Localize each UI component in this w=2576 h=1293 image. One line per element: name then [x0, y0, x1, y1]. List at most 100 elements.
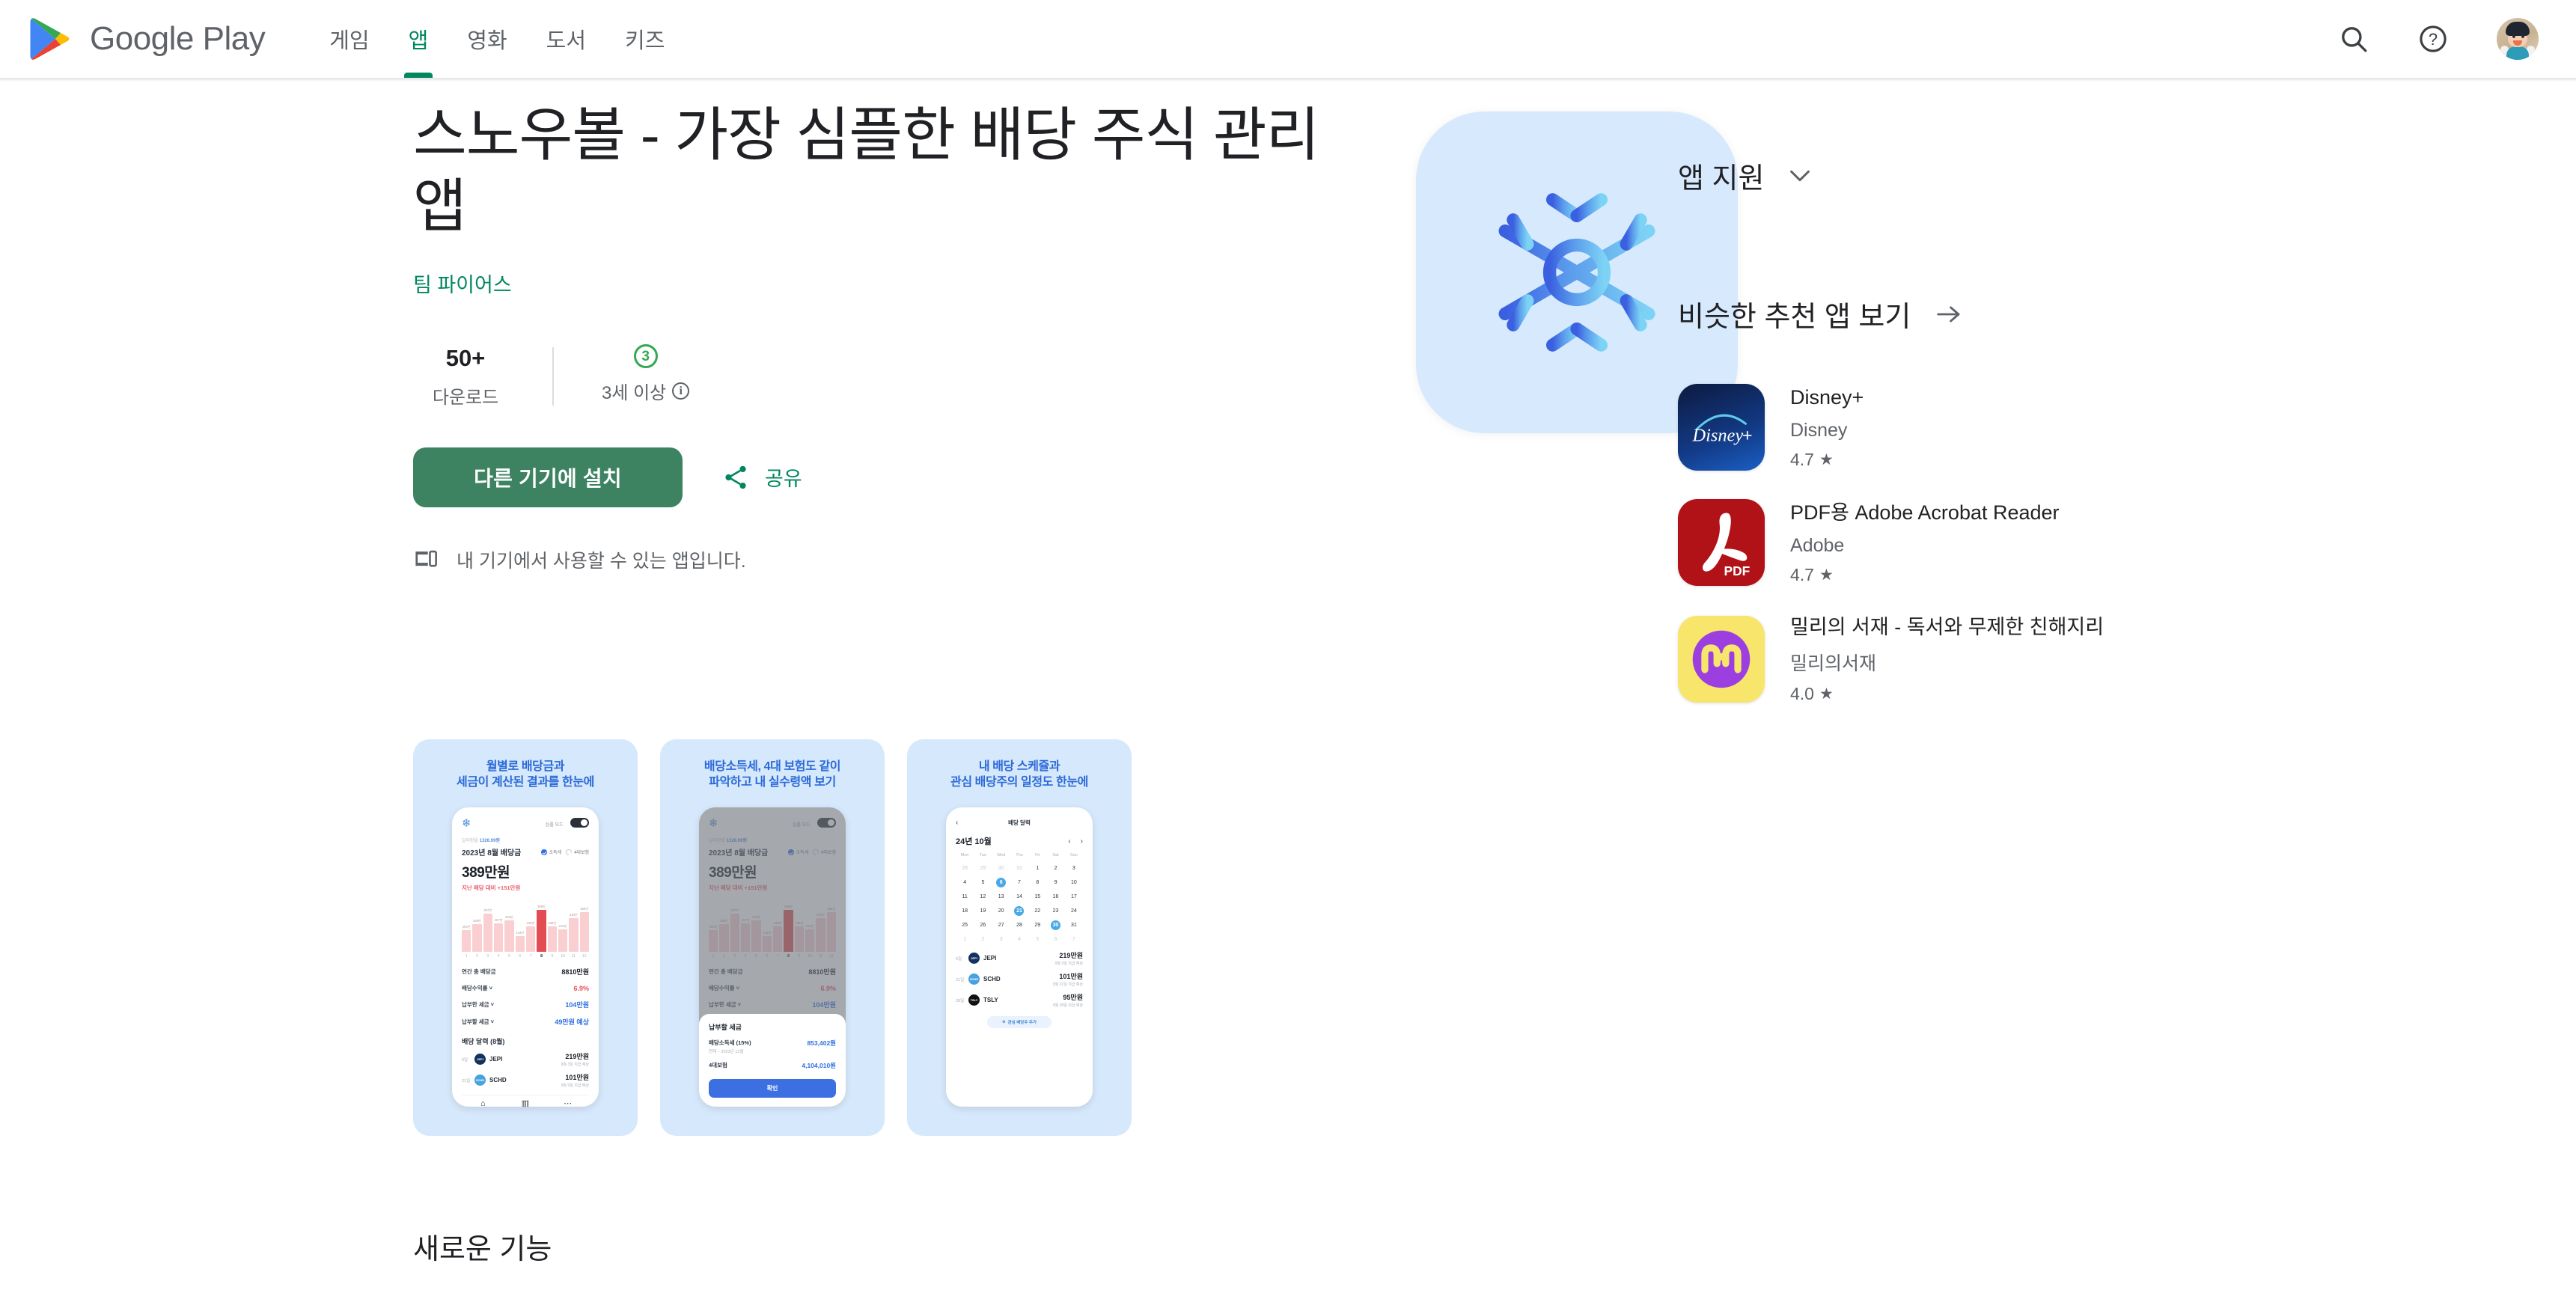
calendar-day[interactable]: 28 [956, 863, 974, 873]
calendar-day[interactable]: 30 [1046, 920, 1064, 930]
phone1-simple-mode-toggle[interactable] [570, 818, 589, 828]
search-icon[interactable] [2338, 23, 2369, 55]
screenshot-3[interactable]: 내 배당 스케쥴과 관심 배당주의 일정도 한눈에 ‹ 배당 달력 24년 10… [907, 739, 1132, 1136]
calendar-day[interactable]: 25 [956, 920, 974, 930]
prev-month-icon[interactable]: ‹ [1068, 837, 1070, 846]
calendar-day[interactable]: 6 [1046, 935, 1064, 944]
nav-item-games[interactable]: 게임 [310, 0, 388, 78]
bar-11: 310만 [569, 898, 579, 952]
axis-tick: 3 [486, 954, 489, 959]
calendar-day[interactable]: 24 [1065, 906, 1083, 916]
calendar-day[interactable]: 2 [1046, 863, 1064, 873]
list-item[interactable]: 밀리의 서재 - 독서와 무제한 친해지리 밀리의서재 4.0 ★ [1678, 601, 2202, 719]
list-item[interactable]: Disney + Disney+ Disney 4.7 ★ [1678, 370, 2202, 486]
calendar-day[interactable]: 16 [1046, 892, 1064, 902]
calendar-day[interactable]: 13 [992, 892, 1010, 902]
tax-sheet-confirm-button[interactable]: 확인 [709, 1079, 836, 1098]
calendar-day[interactable]: 6 [992, 878, 1010, 887]
calendar-day[interactable]: 3 [992, 935, 1010, 944]
share-button[interactable]: 공유 [721, 462, 802, 492]
nav-item-apps[interactable]: 앱 [389, 0, 448, 78]
phone1-chk-income-tax[interactable]: 소득세 [540, 849, 561, 855]
calendar-day[interactable]: 5 [974, 878, 992, 887]
developer-link[interactable]: 팀 파이어스 [413, 269, 512, 298]
calendar-day[interactable]: 2 [974, 935, 992, 944]
add-watchlist-button[interactable]: ⊕ 관심 배당주 추가 [987, 1016, 1052, 1028]
calendar-day[interactable]: 22 [1028, 906, 1046, 916]
phone1-simple-mode[interactable]: 심플 모드 [546, 816, 589, 830]
install-button[interactable]: 다른 기기에 설치 [413, 447, 683, 507]
phone3-dividend-1-day: 21일 [956, 977, 965, 982]
help-icon[interactable]: ? [2417, 23, 2449, 55]
calendar-day[interactable]: 23 [1046, 906, 1064, 916]
phone1-dividend-0-amount: 219만원 9월 3일 지급 예상 [561, 1051, 589, 1067]
calendar-day[interactable]: 28 [1010, 920, 1028, 930]
calendar-day[interactable]: 31 [1065, 920, 1083, 930]
phone1-chk-insurance[interactable]: 4대보험 [566, 849, 589, 855]
main-column: 스노우볼 - 가장 심플한 배당 주식 관리 앱 팀 파이어스 50+ 다운로드… [413, 82, 1738, 1293]
calendar-day[interactable]: 10 [1065, 878, 1083, 887]
phone1-row-3[interactable]: 납부할 세금 ˅ 49만원 예상 [462, 1013, 589, 1030]
phone1-row-1[interactable]: 배당수익률 ˅ 6.9% [462, 980, 589, 996]
avatar-eye-left [2512, 34, 2515, 38]
avatar[interactable] [2497, 18, 2539, 60]
calendar-day[interactable]: 29 [974, 863, 992, 873]
calendar-day[interactable]: 7 [1065, 935, 1083, 944]
calendar-day[interactable]: 26 [974, 920, 992, 930]
calendar-day[interactable]: 14 [1010, 892, 1028, 902]
google-play-brand[interactable]: Google Play [30, 17, 266, 61]
phone3-dividend-1-value: 101만원 [1059, 973, 1083, 980]
calendar-day[interactable]: 29 [1028, 920, 1046, 930]
screenshot-1[interactable]: 월별로 배당금과 세금이 계산된 결과를 한눈에 ❄ 심플 모드 달러환율 13… [413, 739, 638, 1136]
nav-item-books[interactable]: 도서 [527, 0, 605, 78]
calendar-day[interactable]: 1 [1028, 863, 1046, 873]
nav-item-movies[interactable]: 영화 [448, 0, 526, 78]
list-item[interactable]: PDF PDF용 Adobe Acrobat Reader Adobe 4.7 … [1678, 486, 2202, 601]
calendar-day[interactable]: 9 [1046, 878, 1064, 887]
calculator-icon: ▥ [521, 1099, 530, 1107]
app-support-expander[interactable]: 앱 지원 [1678, 155, 2202, 196]
nav-item-kids[interactable]: 키즈 [605, 0, 684, 78]
calendar-day[interactable]: 8 [1028, 878, 1046, 887]
calendar-day[interactable]: 30 [992, 863, 1010, 873]
phone3-dividend-1[interactable]: 21일 SCHD SCHD 101만원 9월 21일 지급 예상 [956, 971, 1083, 987]
calendar-day[interactable]: 27 [992, 920, 1010, 930]
calendar-dividend-list: 6일 JEPI JEPI 219만원 9월 3일 지급 예상 21일 SCHD … [956, 950, 1083, 1008]
screenshot-2[interactable]: 배당소득세, 4대 보험도 같이 파악하고 내 실수령액 보기 ❄ 심플 모드 … [660, 739, 885, 1136]
calendar-day[interactable]: 12 [974, 892, 992, 902]
calendar-day-number: 31 [1070, 923, 1077, 928]
phone3-dividend-1-note: 9월 21일 지급 예상 [1052, 982, 1083, 987]
phone1-row-1-value: 6.9% [573, 984, 589, 992]
info-icon[interactable]: i [672, 382, 690, 400]
calendar-day[interactable]: 18 [956, 906, 974, 916]
calendar-day[interactable]: 1 [956, 935, 974, 944]
avatar-hair [2506, 22, 2530, 36]
phone1-tab-calc[interactable]: ▥ 계산 [504, 1100, 547, 1107]
phone1-dividend-1[interactable]: 21일 SCHD SCHD 101만원 9월 9일 지급 예상 [462, 1072, 589, 1088]
phone1-tab-settings[interactable]: ⋯ 설정 [546, 1100, 589, 1107]
calendar-day[interactable]: 4 [1010, 935, 1028, 944]
next-month-icon[interactable]: › [1081, 837, 1083, 846]
phone1-row-2[interactable]: 납부한 세금 ˅ 104만원 [462, 996, 589, 1013]
calendar-dow: Fri [1035, 853, 1040, 858]
calendar-day[interactable]: 5 [1028, 935, 1046, 944]
calendar-day[interactable]: 3 [1065, 863, 1083, 873]
phone3-dividend-0[interactable]: 6일 JEPI JEPI 219만원 9월 3일 지급 예상 [956, 950, 1083, 966]
calendar-day[interactable]: 7 [1010, 878, 1028, 887]
tax-sheet-row-0-label: 배당소득세 (15%) 현재 ~ 2023년 12월 [709, 1039, 751, 1054]
calendar-day[interactable]: 19 [974, 906, 992, 916]
calendar-day[interactable]: 4 [956, 878, 974, 887]
phone1-dividend-0[interactable]: 6일 JEPI JEPI 219만원 9월 3일 지급 예상 [462, 1051, 589, 1067]
phone1-tab-home[interactable]: ⌂ 홈 [462, 1100, 504, 1107]
calendar-day[interactable]: 20 [992, 906, 1010, 916]
calendar-day[interactable]: 17 [1065, 892, 1083, 902]
calendar-dow: Wed [997, 853, 1006, 858]
calendar-day[interactable]: 31 [1010, 863, 1028, 873]
calendar-day[interactable]: 15 [1028, 892, 1046, 902]
similar-apps-link[interactable]: 비슷한 추천 앱 보기 [1678, 293, 2202, 334]
axis-tick: 2 [476, 954, 478, 959]
calendar-day[interactable]: 21 [1010, 906, 1028, 916]
calendar-day[interactable]: 11 [956, 892, 974, 902]
phone3-dividend-2[interactable]: 28일 TSLY TSLY 95만원 9월 28일 지급 예상 [956, 992, 1083, 1008]
back-icon[interactable]: ‹ [956, 819, 958, 827]
